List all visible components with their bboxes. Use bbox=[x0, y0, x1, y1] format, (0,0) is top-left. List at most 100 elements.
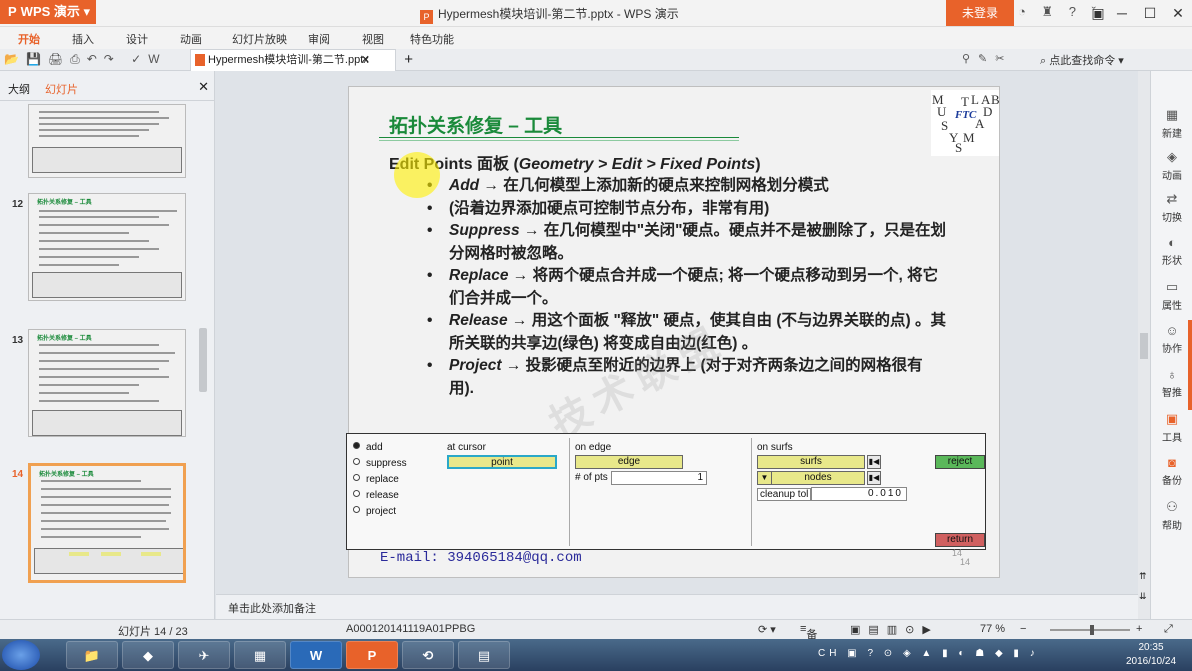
sidebar-recommend[interactable]: ♁ 智推 bbox=[1151, 367, 1192, 399]
notes-area[interactable]: 单击此处添加备注 bbox=[216, 594, 1138, 619]
slide-scrollbar[interactable]: ⇈ ⇊ bbox=[1138, 71, 1150, 619]
app-menu-button[interactable]: P WPS 演示 ▾ bbox=[0, 0, 96, 24]
radio-project[interactable]: project bbox=[353, 506, 396, 517]
start-button[interactable] bbox=[2, 640, 40, 670]
menu-home[interactable]: 开始 bbox=[18, 31, 40, 47]
panel-tabs: 大纲 幻灯片 ✕ bbox=[0, 71, 215, 101]
animation-icon: ◈ bbox=[1167, 149, 1177, 164]
thumbs-scrollbar[interactable] bbox=[197, 104, 209, 616]
sidebar-tools[interactable]: ▣ 工具 bbox=[1151, 411, 1192, 444]
radio-add[interactable]: add bbox=[353, 442, 383, 453]
taskbar-app3[interactable]: ✈ bbox=[178, 641, 230, 669]
prev-slide-icon[interactable]: ⇈ bbox=[1139, 571, 1147, 582]
num-pts-field[interactable]: 1 bbox=[611, 471, 707, 485]
document-tab[interactable]: Hypermesh模块培训-第二节.pptx ✕ + bbox=[190, 49, 413, 71]
system-tray[interactable]: CH ▣ ? ⊙ ◈ ▲ ▮ ◐ ☗ ◆ ▮ ♪ bbox=[818, 648, 1039, 659]
dropdown-icon[interactable]: ▼ bbox=[757, 471, 771, 485]
command-search[interactable]: ⚲✎✂ ⌕ 点此查找命令 ▾ bbox=[962, 52, 1124, 68]
help-icon: ⚇ bbox=[1166, 499, 1178, 514]
zoom-level[interactable]: 77 % bbox=[980, 623, 1005, 635]
quick-toolbar: 📂💾🖨⎙↶↷ ✓W Hypermesh模块培训-第二节.pptx ✕ + ⚲✎✂… bbox=[0, 49, 1192, 71]
sidebar-animation[interactable]: ◈ 动画 bbox=[1151, 149, 1192, 182]
clock[interactable]: 20:35 2016/10/24 bbox=[1114, 641, 1188, 669]
menu-design[interactable]: 设计 bbox=[126, 31, 148, 47]
slide-count: 幻灯片 14 / 23 bbox=[118, 626, 188, 638]
recover-icon[interactable]: ⟳ ▾ bbox=[758, 623, 776, 636]
taskbar-app2[interactable]: ◆ bbox=[122, 641, 174, 669]
cleanup-tol-field[interactable]: 0.010 bbox=[811, 487, 907, 501]
sidebar-properties[interactable]: ▭ 属性 bbox=[1151, 279, 1192, 312]
menu-review[interactable]: 审阅 bbox=[308, 31, 330, 47]
status-bar: 幻灯片 14 / 23 A000120141119A01PPBG ⟳ ▾ ≡ 备… bbox=[0, 619, 1192, 657]
matlab-ftc-logo: M T L A B U D FTC A S Y M S bbox=[931, 90, 1000, 156]
tab-slides[interactable]: 幻灯片 bbox=[45, 81, 78, 97]
label-on-surfs: on surfs bbox=[757, 442, 793, 453]
toolbar-right-icons[interactable]: ⚲✎✂ bbox=[962, 52, 1013, 65]
return-button[interactable]: return bbox=[935, 533, 985, 547]
zoom-in-icon[interactable]: + bbox=[1136, 623, 1142, 635]
zoom-slider[interactable] bbox=[1050, 625, 1130, 635]
taskbar-hypermesh[interactable]: ▦ bbox=[234, 641, 286, 669]
fit-icon[interactable]: ⤢ bbox=[1164, 623, 1173, 636]
right-sidebar: ▦ 新建 ◈ 动画 ⇄ 切换 ◐ 形状 ▭ 属性 ☺ 协作 ♁ 智推 ▣ 工具 ◙ 备份 ⚇ 帮助 bbox=[1150, 71, 1192, 619]
wps-logo-icon: P bbox=[8, 4, 17, 19]
quick-access-icons[interactable]: 📂💾🖨⎙↶↷ ✓W bbox=[4, 52, 167, 67]
slide-thumb-11[interactable] bbox=[28, 104, 186, 178]
slide-thumb-14-selected[interactable]: 拓扑关系修复 – 工具 bbox=[28, 463, 186, 583]
minimize-button[interactable]: ─ bbox=[1108, 0, 1136, 26]
notes-toggle[interactable]: ≡ 备注 bbox=[800, 623, 817, 657]
menu-slideshow[interactable]: 幻灯片放映 bbox=[232, 31, 287, 47]
menu-features[interactable]: 特色功能 bbox=[410, 31, 454, 47]
bullet-project: Project → 投影硬点至附近的边界上 (对于对齐两条边之间的网格很有用). bbox=[427, 355, 947, 400]
backup-icon: ◙ bbox=[1168, 455, 1176, 470]
menu-view[interactable]: 视图 bbox=[362, 31, 384, 47]
view-mode-icons[interactable]: ▣▤▥⊙▶ bbox=[850, 623, 939, 636]
slide-thumb-13[interactable]: 拓扑关系修复 – 工具 bbox=[28, 329, 186, 437]
new-icon: ▦ bbox=[1165, 107, 1179, 122]
toolbox-icon: ▣ bbox=[1165, 411, 1179, 426]
sidebar-shape[interactable]: ◐ 形状 bbox=[1151, 235, 1192, 267]
menu-animation[interactable]: 动画 bbox=[180, 31, 202, 47]
bullet-add-note: (沿着边界添加硬点可控制节点分布，非常有用) bbox=[427, 198, 947, 221]
next-slide-icon[interactable]: ⇊ bbox=[1139, 591, 1147, 602]
sidebar-transition[interactable]: ⇄ 切换 bbox=[1151, 191, 1192, 224]
surfs-button[interactable]: surfs bbox=[757, 455, 865, 469]
sidebar-backup[interactable]: ◙ 备份 bbox=[1151, 455, 1192, 487]
email-footer: E-mail: 394065184@qq.com bbox=[380, 550, 582, 566]
slide-thumb-12[interactable]: 拓扑关系修复 – 工具 bbox=[28, 193, 186, 301]
label-at-cursor: at cursor bbox=[447, 442, 486, 453]
slide-number: 12 bbox=[12, 199, 24, 210]
taskbar-wps-presentation[interactable]: P bbox=[346, 641, 398, 669]
label-num-pts: # of pts bbox=[575, 472, 608, 483]
reject-button[interactable]: reject bbox=[935, 455, 985, 469]
nodes-button[interactable]: nodes bbox=[771, 471, 865, 485]
nodes-reset-icon[interactable]: ▮◀ bbox=[867, 471, 881, 485]
radio-release[interactable]: release bbox=[353, 490, 399, 501]
sidebar-help[interactable]: ⚇ 帮助 bbox=[1151, 499, 1192, 532]
transition-icon: ⇄ bbox=[1166, 191, 1178, 206]
edge-button[interactable]: edge bbox=[575, 455, 683, 469]
properties-icon: ▭ bbox=[1165, 279, 1179, 294]
taskbar-explorer[interactable]: 📁 bbox=[66, 641, 118, 669]
new-tab-icon[interactable]: + bbox=[404, 49, 413, 70]
page-number: 14 bbox=[960, 557, 971, 567]
tab-outline[interactable]: 大纲 bbox=[8, 81, 30, 97]
taskbar-app7[interactable]: ⟲ bbox=[402, 641, 454, 669]
radio-replace[interactable]: replace bbox=[353, 474, 399, 485]
point-button[interactable]: point bbox=[447, 455, 557, 469]
tab-close-icon[interactable]: ✕ bbox=[361, 50, 370, 71]
panel-close-icon[interactable]: ✕ bbox=[198, 79, 209, 95]
slide-subtitle: Edit Points 面板 (Geometry > Edit > Fixed … bbox=[389, 156, 761, 173]
taskbar-wps-writer[interactable]: W bbox=[290, 641, 342, 669]
close-button[interactable]: ✕ bbox=[1164, 0, 1192, 26]
login-button[interactable]: 未登录 bbox=[946, 0, 1014, 26]
surfs-reset-icon[interactable]: ▮◀ bbox=[867, 455, 881, 469]
radio-suppress[interactable]: suppress bbox=[353, 458, 407, 469]
sidebar-collaborate[interactable]: ☺ 协作 bbox=[1151, 323, 1192, 355]
zoom-out-icon[interactable]: − bbox=[1020, 623, 1026, 635]
sidebar-new[interactable]: ▦ 新建 bbox=[1151, 107, 1192, 140]
taskbar-app8[interactable]: ▤ bbox=[458, 641, 510, 669]
slide-number-current: 14 bbox=[12, 469, 24, 480]
maximize-button[interactable]: ☐ bbox=[1136, 0, 1164, 26]
menu-insert[interactable]: 插入 bbox=[72, 31, 94, 47]
